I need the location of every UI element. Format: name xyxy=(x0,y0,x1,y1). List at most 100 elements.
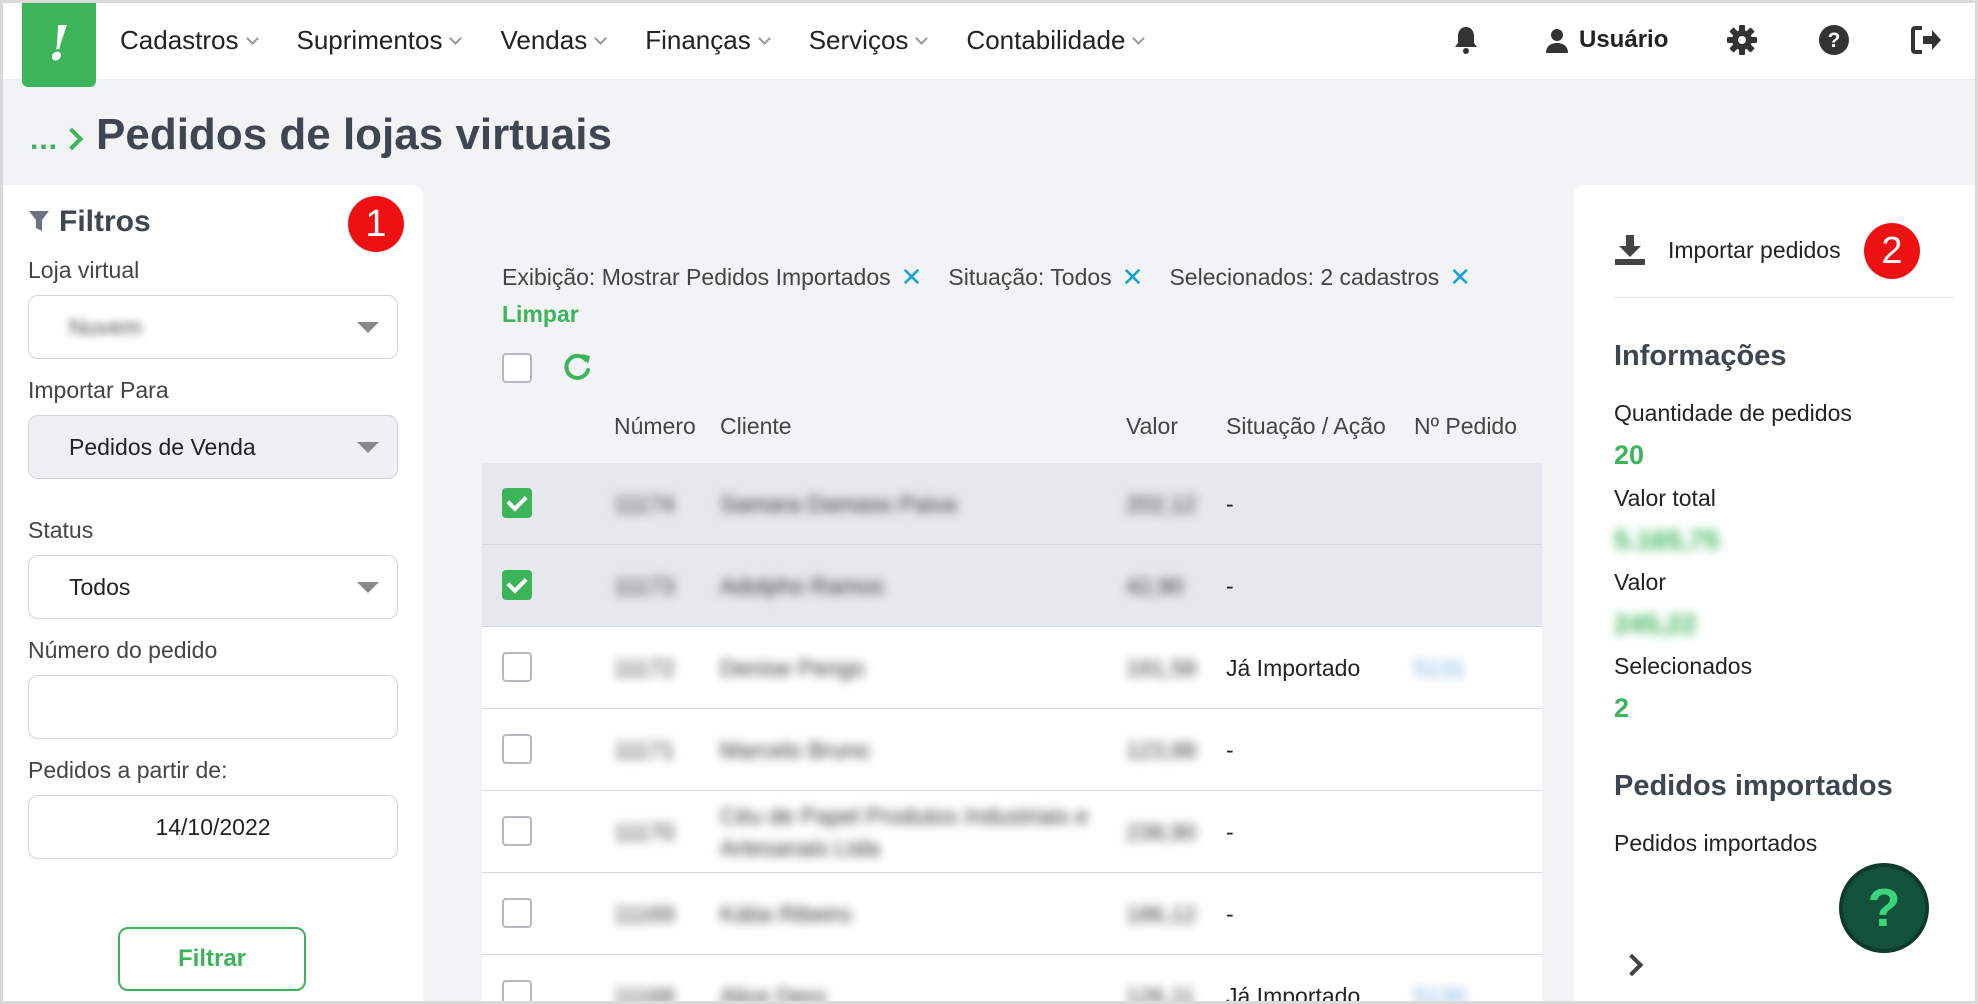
data-inicio-label: Pedidos a partir de: xyxy=(28,757,228,783)
refresh-icon[interactable] xyxy=(560,350,596,386)
filter-chip-exibicao: Exibição: Mostrar Pedidos Importados ✕ xyxy=(502,262,923,293)
data-inicio-input[interactable]: 14/10/2022 xyxy=(28,795,398,859)
valor-label: Valor xyxy=(1614,569,1666,595)
gear-icon[interactable] xyxy=(1724,22,1760,58)
cell-numero: 11172 xyxy=(614,654,675,681)
breadcrumb: ... Pedidos de lojas virtuais xyxy=(30,110,612,160)
import-orders-button[interactable]: Importar pedidos xyxy=(1614,235,1841,265)
chevron-down-icon xyxy=(1132,31,1146,45)
filters-panel: Filtros 1 Loja virtual Nuvem Importar Pa… xyxy=(3,185,423,1004)
clear-filters-link[interactable]: Limpar xyxy=(502,301,579,328)
nav-servicos[interactable]: Serviços xyxy=(809,25,929,56)
filter-button[interactable]: Filtrar xyxy=(118,927,306,991)
chevron-down-icon xyxy=(915,31,929,45)
cell-numero: 11169 xyxy=(614,900,675,927)
help-icon[interactable]: ? xyxy=(1816,22,1852,58)
bell-icon[interactable] xyxy=(1448,22,1484,58)
user-menu[interactable]: Usuário xyxy=(1545,22,1668,58)
imported-label: Pedidos importados xyxy=(1614,830,1818,856)
importar-para-label: Importar Para xyxy=(28,377,169,403)
import-orders-label: Importar pedidos xyxy=(1668,236,1841,263)
row-checkbox[interactable] xyxy=(502,816,532,846)
cell-n-pedido[interactable]: 5130 xyxy=(1414,955,1465,1004)
cell-situacao: - xyxy=(1226,818,1234,845)
table-row[interactable]: 11173 Adolpho Ramos 42,90 - xyxy=(482,545,1542,627)
row-checkbox[interactable] xyxy=(502,898,532,928)
status-select[interactable]: Todos xyxy=(28,555,398,619)
cell-cliente: Marcelo Bruno xyxy=(720,736,870,763)
nav-contabilidade[interactable]: Contabilidade xyxy=(966,25,1146,56)
col-header-numero[interactable]: Número xyxy=(614,413,696,440)
numero-pedido-label: Número do pedido xyxy=(28,637,218,663)
top-navbar: ! Cadastros Suprimentos Vendas Finanças … xyxy=(0,0,1978,87)
row-checkbox[interactable] xyxy=(502,980,532,1004)
annotation-badge-1: 1 xyxy=(348,196,404,252)
importar-para-select[interactable]: Pedidos de Venda xyxy=(28,415,398,479)
table-row[interactable]: 11171 Marcelo Bruno 123,88 - xyxy=(482,709,1542,791)
nav-financas[interactable]: Finanças xyxy=(645,25,771,56)
caret-down-icon xyxy=(357,322,379,333)
nav-suprimentos[interactable]: Suprimentos xyxy=(297,25,463,56)
valor-total-value: 5.165,75 xyxy=(1614,525,1720,555)
nav-cadastros[interactable]: Cadastros xyxy=(120,25,259,56)
select-all-checkbox[interactable] xyxy=(502,353,532,383)
caret-down-icon xyxy=(357,442,379,453)
svg-text:?: ? xyxy=(1828,29,1841,52)
col-header-cliente[interactable]: Cliente xyxy=(720,413,792,440)
cell-numero: 11168 xyxy=(614,982,675,1004)
close-icon[interactable]: ✕ xyxy=(1122,262,1144,293)
chevron-right-icon xyxy=(60,127,84,151)
table-row[interactable]: 11168 Alice Dero 126,11 Já Importado 513… xyxy=(482,955,1542,1004)
logout-icon[interactable] xyxy=(1908,22,1944,58)
cell-situacao: Já Importado xyxy=(1226,982,1361,1004)
user-icon xyxy=(1546,29,1568,53)
chevron-down-icon xyxy=(245,31,259,45)
valor-total-label: Valor total xyxy=(1614,485,1716,511)
app-logo[interactable]: ! xyxy=(22,0,96,87)
chevron-right-icon[interactable] xyxy=(1620,953,1644,977)
cell-numero: 11173 xyxy=(614,572,675,599)
row-checkbox[interactable] xyxy=(502,488,532,518)
col-header-situacao[interactable]: Situação / Ação xyxy=(1226,413,1386,440)
row-checkbox[interactable] xyxy=(502,734,532,764)
breadcrumb-ellipsis[interactable]: ... xyxy=(30,123,58,157)
table-row[interactable]: 11174 Samara Damaso Paiva 202,12 - xyxy=(482,463,1542,545)
close-icon[interactable]: ✕ xyxy=(1449,262,1471,293)
filters-header: Filtros xyxy=(29,205,151,239)
cell-valor: 123,88 xyxy=(1126,736,1197,763)
table-row[interactable]: 11170 Céu de Papel Produtos Industriais … xyxy=(482,791,1542,873)
row-checkbox[interactable] xyxy=(502,652,532,682)
importar-para-value: Pedidos de Venda xyxy=(69,433,256,460)
cell-valor: 42,90 xyxy=(1126,572,1184,599)
cell-valor: 126,11 xyxy=(1126,982,1195,1004)
row-checkbox[interactable] xyxy=(502,570,532,600)
help-chat-button[interactable]: ? xyxy=(1839,863,1929,953)
nav-vendas[interactable]: Vendas xyxy=(500,25,608,56)
caret-down-icon xyxy=(357,582,379,593)
col-header-n-pedido[interactable]: Nº Pedido xyxy=(1414,413,1517,440)
loja-virtual-select[interactable]: Nuvem xyxy=(28,295,398,359)
cell-cliente: Alice Dero xyxy=(720,982,827,1004)
table-row[interactable]: 11169 Kátia Ribeiro 186,12 - xyxy=(482,873,1542,955)
cell-numero: 11171 xyxy=(614,736,675,763)
info-panel: Importar pedidos 2 Informações Quantidad… xyxy=(1574,185,1978,1004)
numero-pedido-input[interactable] xyxy=(28,675,398,739)
close-icon[interactable]: ✕ xyxy=(901,262,923,293)
chevron-down-icon xyxy=(757,31,771,45)
info-title: Informações xyxy=(1614,340,1787,372)
qtd-pedidos-label: Quantidade de pedidos xyxy=(1614,400,1852,426)
cell-situacao: - xyxy=(1226,572,1234,599)
selecionados-value: 2 xyxy=(1614,693,1630,723)
cell-n-pedido[interactable]: 5131 xyxy=(1414,627,1465,709)
filter-chip-situacao: Situação: Todos ✕ xyxy=(948,262,1144,293)
chevron-down-icon xyxy=(449,31,463,45)
cell-situacao: - xyxy=(1226,490,1234,517)
table-row[interactable]: 11172 Denise Pengo 191,58 Já Importado 5… xyxy=(482,627,1542,709)
cell-cliente: Kátia Ribeiro xyxy=(720,900,852,927)
col-header-valor[interactable]: Valor xyxy=(1126,413,1178,440)
valor-value: 245,22 xyxy=(1614,609,1697,639)
active-filters: Exibição: Mostrar Pedidos Importados ✕ Si… xyxy=(502,262,1522,328)
cell-cliente: Adolpho Ramos xyxy=(720,572,884,599)
cell-situacao: Já Importado xyxy=(1226,654,1361,681)
cell-numero: 11174 xyxy=(614,490,675,517)
